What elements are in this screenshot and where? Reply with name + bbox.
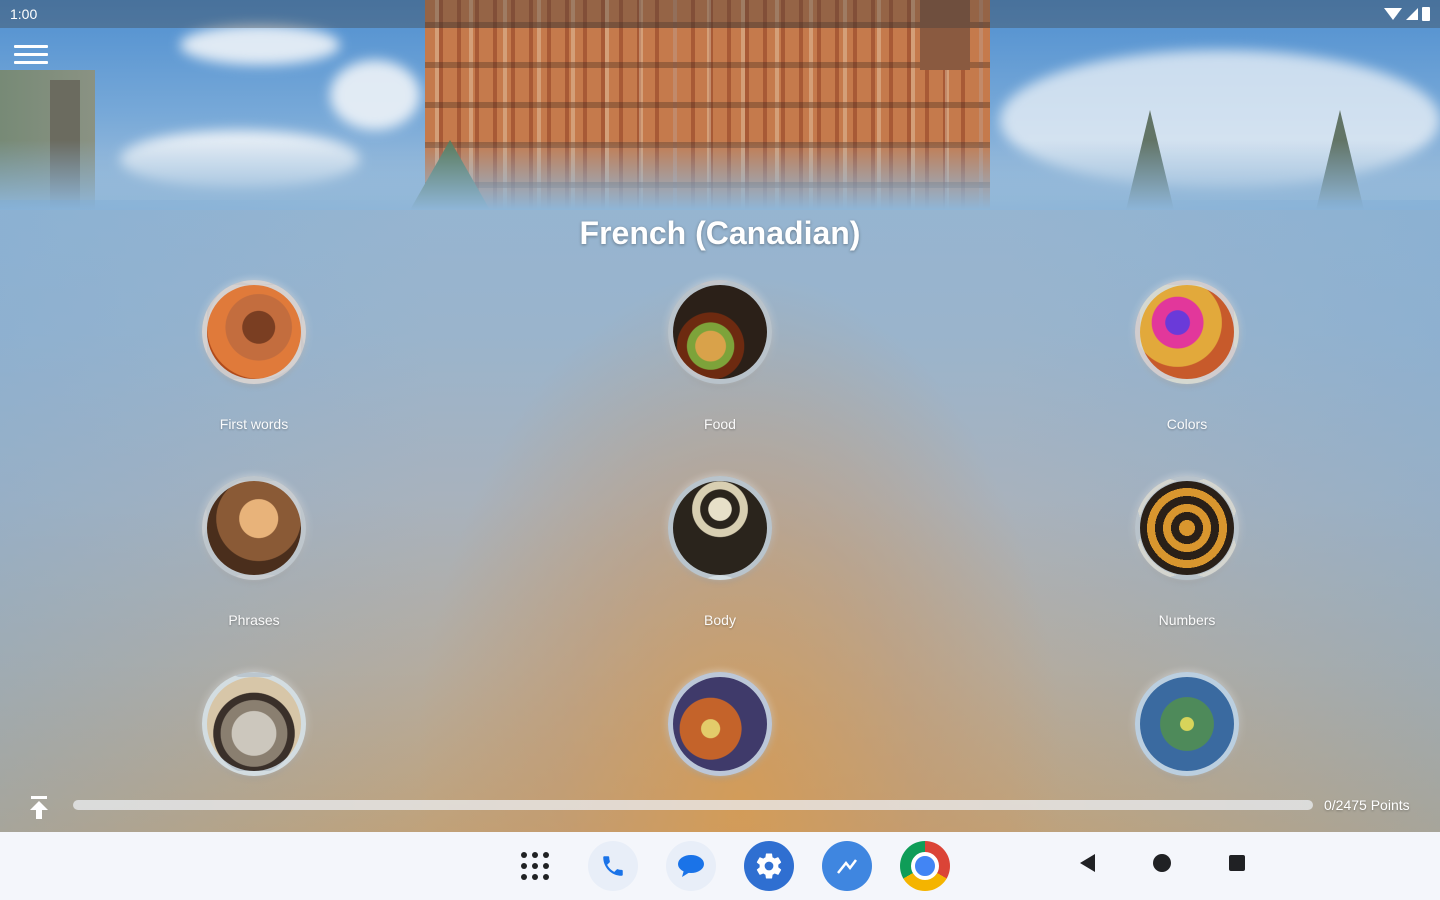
category-label: First words (219, 416, 289, 432)
woman-image (202, 476, 306, 580)
burger-image (668, 280, 772, 384)
category-label: Colors (1166, 416, 1208, 432)
taskbar (0, 832, 1440, 900)
recents-icon[interactable] (1229, 855, 1245, 871)
alarm-clock-image (202, 672, 306, 776)
category-first-words[interactable]: First words (154, 280, 354, 432)
category-nature[interactable] (1087, 672, 1287, 776)
messages-icon[interactable] (666, 841, 716, 891)
category-food[interactable]: Food (620, 280, 820, 432)
category-label: Phrases (228, 612, 280, 628)
tree-image (1135, 672, 1239, 776)
category-body[interactable]: Body (620, 476, 820, 628)
status-time: 1:00 (10, 6, 38, 22)
battery-icon (1422, 7, 1430, 21)
progress-row: 0/2475 Points (0, 790, 1440, 822)
points-progress-bar (73, 800, 1313, 810)
app-dock (510, 841, 950, 891)
category-time[interactable] (154, 672, 354, 776)
category-numbers[interactable]: Numbers (1087, 476, 1287, 628)
category-phrases[interactable]: Phrases (154, 476, 354, 628)
phone-icon[interactable] (588, 841, 638, 891)
chrome-icon[interactable] (900, 841, 950, 891)
points-text: 0/2475 Points (1324, 797, 1410, 813)
category-label: Food (704, 416, 736, 432)
signal-icon (1406, 8, 1418, 20)
app-screen: 1:00 French (Canadian) First words Food … (0, 0, 1440, 832)
category-colors[interactable]: Colors (1087, 280, 1287, 432)
home-icon[interactable] (1153, 854, 1171, 872)
hamburger-menu-icon[interactable] (12, 42, 50, 72)
system-navigation (1080, 854, 1245, 872)
status-bar: 1:00 (0, 0, 1440, 28)
wifi-icon (1384, 8, 1402, 20)
settings-icon[interactable] (744, 841, 794, 891)
app-drawer-icon[interactable] (510, 841, 560, 891)
photos-icon[interactable] (822, 841, 872, 891)
header-photo (0, 0, 1440, 210)
category-fruit[interactable] (620, 672, 820, 776)
colorful-powder-image (1135, 280, 1239, 384)
fruit-image (668, 672, 772, 776)
scroll-to-top-icon[interactable] (24, 792, 54, 822)
child-face-image (202, 280, 306, 384)
number-shapes-image (1135, 476, 1239, 580)
category-label: Numbers (1158, 612, 1216, 628)
category-label: Body (704, 612, 736, 628)
skeleton-image (668, 476, 772, 580)
back-icon[interactable] (1080, 854, 1095, 872)
page-title: French (Canadian) (579, 215, 861, 251)
